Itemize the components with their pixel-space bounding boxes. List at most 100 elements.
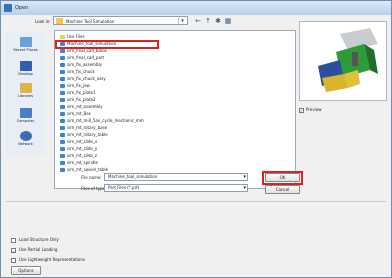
filetype-label: Files of type: [81, 186, 107, 191]
assembly-file-icon [60, 49, 65, 53]
file-name: sim_mt_rotary_base [67, 125, 108, 130]
assembly-file-icon [60, 168, 65, 172]
computer-icon [19, 108, 32, 118]
list-item[interactable]: sim_fix_plate2 [60, 97, 96, 103]
place-label: Desktop [18, 72, 33, 76]
chevron-down-icon[interactable]: ▾ [243, 174, 246, 180]
assembly-file-icon [60, 119, 65, 123]
new-folder-icon[interactable]: ✱ [214, 17, 222, 25]
filename-label: File name: [81, 175, 102, 180]
chevron-down-icon[interactable]: ▾ [243, 185, 246, 191]
place-network[interactable]: Network [6, 131, 45, 146]
file-name: sim_mt_swivel_table [67, 167, 109, 172]
list-item[interactable]: sim_fix_jaw [60, 83, 90, 89]
recent-places-icon [19, 37, 32, 47]
list-item[interactable]: sim_mt_mill_5ax_cycle_mechanic_mm [60, 118, 144, 124]
checkbox-label: Use Lightweight Representations [19, 257, 85, 262]
assembly-file-icon [60, 77, 65, 81]
list-item[interactable]: sim_mt_slide_z [60, 153, 97, 159]
file-name: sim_mt_slide_z [67, 153, 97, 158]
title-bar: Open [1, 1, 391, 15]
chevron-down-icon[interactable]: ▾ [178, 18, 186, 24]
list-item[interactable]: sim_fix_chuck [60, 69, 95, 75]
assembly-file-icon [60, 56, 65, 60]
places-bar: Recent Places Desktop Libraries Computer… [6, 31, 45, 156]
file-name: sim_fix_plate2 [67, 97, 96, 102]
filename-input[interactable]: Machine_tool_simulation ▾ [104, 173, 248, 181]
assembly-file-icon [60, 161, 65, 165]
list-item[interactable]: sim_fix_chuck_assy [60, 76, 106, 82]
checkbox-label: Load Structure Only [19, 237, 59, 242]
network-icon [19, 131, 32, 141]
list-item[interactable]: sim_fix_plate1 [60, 90, 96, 96]
file-name: Use Files [67, 34, 85, 39]
list-item[interactable]: sim_mt_rotary_base [60, 125, 107, 131]
lookin-label: Look in: [35, 19, 51, 24]
filetype-select[interactable]: Part Files (*.prt) ▾ [104, 184, 248, 192]
view-menu-icon[interactable]: ▦ [224, 17, 232, 25]
folder-icon [56, 18, 63, 24]
list-item[interactable]: sim_mt_slide_x [60, 139, 97, 145]
list-item[interactable]: sim_fix_assembly [60, 62, 102, 68]
preview-checkbox[interactable]: ✓ Preview [299, 107, 322, 113]
file-name: sim_fix_chuck_assy [67, 76, 106, 81]
place-recent[interactable]: Recent Places [6, 37, 45, 52]
back-icon[interactable]: ← [194, 17, 202, 25]
place-computer[interactable]: Computer [6, 108, 45, 123]
file-name: sim_mt_rotary_table [67, 132, 108, 137]
libraries-icon [19, 83, 32, 93]
preview-label: Preview [306, 107, 322, 112]
assembly-file-icon [60, 91, 65, 95]
checkbox-box [11, 237, 16, 243]
cancel-button[interactable]: Cancel [265, 185, 300, 194]
lightweight-checkbox[interactable]: Use Lightweight Representations [11, 257, 85, 263]
file-name: sim_fix_chuck [67, 69, 95, 74]
desktop-icon [19, 61, 32, 71]
list-item[interactable]: sim_mt_spindle [60, 160, 98, 166]
file-name: sim_mt_assembly [67, 104, 103, 109]
file-name: sim_mt_slide_y [67, 146, 98, 151]
place-label: Network [18, 142, 33, 146]
assembly-file-icon [60, 63, 65, 67]
assembly-file-icon [60, 126, 65, 130]
place-label: Recent Places [13, 48, 38, 52]
assembly-file-icon [60, 70, 65, 74]
assembly-file-icon [60, 133, 65, 137]
options-button[interactable]: Options [11, 266, 41, 275]
open-dialog: Open Look in: Machine Tool Simulation ▾ … [0, 0, 392, 278]
load-structure-checkbox[interactable]: Load Structure Only [11, 237, 59, 243]
checkbox-box [11, 257, 16, 263]
place-desktop[interactable]: Desktop [6, 61, 45, 76]
machine-preview-image [318, 28, 378, 92]
assembly-file-icon [60, 98, 65, 102]
assembly-file-icon [60, 105, 65, 109]
checkbox-label: Use Partial Loading [19, 247, 58, 252]
folder-icon [60, 35, 65, 39]
divider [6, 201, 386, 202]
preview-pane [299, 21, 387, 101]
list-item[interactable]: sim_final_cad_part [60, 55, 104, 61]
file-name: sim_fix_plate1 [67, 90, 96, 95]
place-label: Libraries [17, 94, 34, 98]
up-folder-icon[interactable]: ↑ [204, 17, 212, 25]
assembly-file-icon [60, 84, 65, 88]
list-item[interactable]: sim_mt_Bas [60, 111, 91, 117]
assembly-file-icon [60, 112, 65, 116]
assembly-file-icon [60, 140, 65, 144]
place-libraries[interactable]: Libraries [6, 83, 45, 98]
list-item[interactable]: sim_mt_rotary_table [60, 132, 108, 138]
place-label: Computer [16, 119, 35, 123]
window-title: Open [15, 5, 29, 11]
list-item[interactable]: sim_mt_assembly [60, 104, 103, 110]
lookin-value: Machine Tool Simulation [66, 19, 115, 24]
file-name: sim_final_cad_part [67, 55, 105, 60]
ok-button-highlight [262, 171, 303, 185]
file-name: sim_mt_slide_x [67, 139, 98, 144]
checkmark-icon: ✓ [299, 107, 304, 113]
lookin-combo[interactable]: Machine Tool Simulation ▾ [53, 16, 188, 25]
list-item[interactable]: sim_mt_slide_y [60, 146, 97, 152]
partial-loading-checkbox[interactable]: ✓ Use Partial Loading [11, 247, 58, 254]
list-item[interactable]: sim_mt_swivel_table [60, 167, 108, 173]
filename-value: Machine_tool_simulation [108, 174, 158, 179]
file-list[interactable]: Use Files Machine_tool_simulation sim_fi… [54, 30, 296, 189]
